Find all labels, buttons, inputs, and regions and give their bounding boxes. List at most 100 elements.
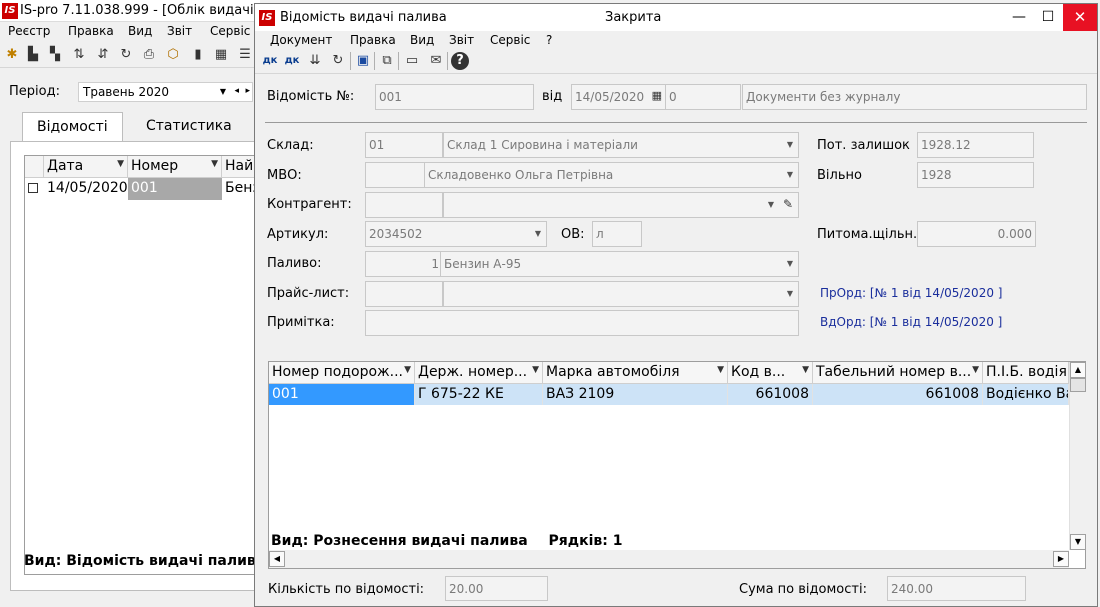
table-cell[interactable]: 661008 [728, 384, 813, 405]
menu-servis[interactable]: Сервіс [490, 33, 530, 47]
package-icon[interactable]: ⬡ [164, 46, 182, 64]
toolbar-separator [398, 52, 399, 70]
main-toolbar: ✱ ▙ ▚ ⇅ ⇵ ↻ ⎙ ⬡ ▮ ▦ ☰ [0, 42, 260, 68]
horizontal-scrollbar[interactable]: ◀ ▶ [269, 550, 1069, 568]
pytoma-field[interactable]: 0.000 [917, 221, 1036, 247]
table-cell[interactable]: Г 675-22 КЕ [415, 384, 543, 405]
ov-field[interactable]: л [592, 221, 642, 247]
column-header-brand[interactable]: Марка автомобіля ▼ [543, 362, 728, 384]
save-icon[interactable]: ▣ [354, 52, 372, 70]
debit-credit-icon[interactable]: дк [261, 52, 279, 70]
list-icon[interactable]: ☰ [236, 46, 254, 64]
menu-help[interactable]: ? [546, 33, 552, 47]
vertical-scrollbar[interactable]: ▲ ▼ [1069, 362, 1086, 550]
sklad-name-field[interactable]: Склад 1 Сировина і матеріали ▼ [443, 132, 799, 158]
palyvo-code-field[interactable]: 1 [365, 251, 443, 277]
date-field[interactable]: 14/05/2020 ▦ [571, 84, 666, 110]
scroll-up-icon[interactable]: ▲ [1070, 362, 1086, 378]
price-name-field[interactable]: ▼ [443, 281, 799, 307]
vilno-field[interactable]: 1928 [917, 162, 1034, 188]
chevron-down-icon[interactable]: ▼ [787, 140, 793, 149]
doc-icon[interactable]: ▮ [189, 46, 207, 64]
help-icon[interactable]: ? [451, 52, 469, 70]
menu-pravka[interactable]: Правка [68, 24, 114, 38]
table-cell[interactable]: 001 [269, 384, 415, 405]
column-header-trip[interactable]: Номер подорож... ▼ [269, 362, 415, 384]
refresh-icon[interactable]: ↻ [117, 46, 135, 64]
minimize-icon[interactable]: — [1004, 4, 1034, 31]
column-header-number[interactable]: Номер ▼ [128, 156, 222, 178]
menu-zvit[interactable]: Звіт [167, 24, 192, 38]
chevron-down-icon[interactable]: ▼ [787, 170, 793, 179]
menu-dokument[interactable]: Документ [270, 33, 332, 47]
kontragent-code-field[interactable] [365, 192, 443, 218]
vdord-link[interactable]: ВдОрд: [№ 1 від 14/05/2020 ] [820, 315, 1002, 329]
scroll-down-icon[interactable]: ▼ [1070, 534, 1086, 550]
menu-vyd[interactable]: Вид [128, 24, 152, 38]
group-icon[interactable]: ▚ [46, 46, 64, 64]
column-header-plate[interactable]: Держ. номер... ▼ [415, 362, 543, 384]
qty-field[interactable]: 20.00 [445, 576, 548, 601]
calendar-icon[interactable]: ▦ [652, 89, 662, 102]
refresh-icon[interactable]: ↻ [329, 52, 347, 70]
menu-pravka[interactable]: Правка [350, 33, 396, 47]
column-header-date[interactable]: Дата ▼ [44, 156, 128, 178]
prord-link[interactable]: ПрОрд: [№ 1 від 14/05/2020 ] [820, 286, 1002, 300]
form-icon[interactable]: ▭ [403, 52, 421, 70]
kontragent-name-field[interactable]: ▼ ✎ [443, 192, 799, 218]
palyvo-name-field[interactable]: Бензин А-95 ▼ [440, 251, 799, 277]
move-2-icon[interactable]: ⇵ [94, 46, 112, 64]
table-cell[interactable]: 001 [128, 178, 222, 200]
journal-number-field[interactable]: 0 [665, 84, 741, 110]
menu-zvit[interactable]: Звіт [449, 33, 474, 47]
price-code-field[interactable] [365, 281, 443, 307]
table-cell[interactable]: Водієнко Вас [983, 384, 1069, 405]
chevron-down-icon[interactable]: ▼ [787, 259, 793, 268]
new-icon[interactable]: ✱ [3, 46, 21, 64]
journal-name-field[interactable]: Документи без журналу [742, 84, 1087, 110]
chevron-down-icon[interactable]: ▼ [768, 200, 774, 209]
scroll-thumb[interactable] [1070, 378, 1086, 392]
vidomist-number-field[interactable]: 001 [375, 84, 534, 110]
row-checkbox[interactable] [25, 178, 44, 200]
scroll-left-icon[interactable]: ◀ [269, 551, 285, 567]
move-icon[interactable]: ⇅ [70, 46, 88, 64]
close-icon[interactable]: ✕ [1063, 4, 1097, 31]
table-icon[interactable]: ▦ [212, 46, 230, 64]
toolbar-separator [350, 52, 351, 70]
sum-field[interactable]: 240.00 [887, 576, 1026, 601]
table-cell[interactable]: 14/05/2020 [44, 178, 128, 200]
prev-period-icon[interactable]: ◂ [234, 86, 239, 96]
copy-icon[interactable]: ▙ [24, 46, 42, 64]
menu-vyd[interactable]: Вид [410, 33, 434, 47]
tab-statystyka[interactable]: Статистика [132, 112, 246, 142]
column-header-tab-number[interactable]: Табельний номер в... ▼ [813, 362, 983, 384]
period-select[interactable]: Травень 2020 ▼ ◂ ▸ [78, 82, 253, 102]
divider [265, 122, 1087, 123]
table-cell[interactable]: ВАЗ 2109 [543, 384, 728, 405]
prymitka-field[interactable] [365, 310, 799, 336]
pot-zalyshok-field[interactable]: 1928.12 [917, 132, 1034, 158]
sklad-code-field[interactable]: 01 [365, 132, 443, 158]
chevron-down-icon[interactable]: ▼ [535, 229, 541, 238]
calc-icon[interactable]: ⇊ [306, 52, 324, 70]
maximize-icon[interactable]: ☐ [1033, 4, 1063, 31]
next-period-icon[interactable]: ▸ [245, 86, 250, 96]
pencil-icon[interactable]: ✎ [783, 197, 793, 211]
scroll-right-icon[interactable]: ▶ [1053, 551, 1069, 567]
artikul-field[interactable]: 2034502 ▼ [365, 221, 547, 247]
tab-vidomosti[interactable]: Відомості [22, 112, 123, 142]
ov-label: ОВ: [561, 227, 585, 242]
copy-icon[interactable]: ⧉ [378, 52, 396, 70]
table-cell[interactable]: 661008 [813, 384, 983, 405]
menu-reestr[interactable]: Реєстр [8, 24, 50, 38]
column-header-code[interactable]: Код в... ▼ [728, 362, 813, 384]
mail-icon[interactable]: ✉ [427, 52, 445, 70]
column-header-driver[interactable]: П.І.Б. водія [983, 362, 1069, 384]
chevron-down-icon[interactable]: ▼ [220, 87, 226, 96]
print-icon[interactable]: ⎙ [140, 46, 158, 64]
debit-credit-2-icon[interactable]: дк [283, 52, 301, 70]
chevron-down-icon[interactable]: ▼ [787, 289, 793, 298]
menu-servis[interactable]: Сервіс [210, 24, 250, 38]
mvo-name-field[interactable]: Складовенко Ольга Петрівна ▼ [424, 162, 799, 188]
